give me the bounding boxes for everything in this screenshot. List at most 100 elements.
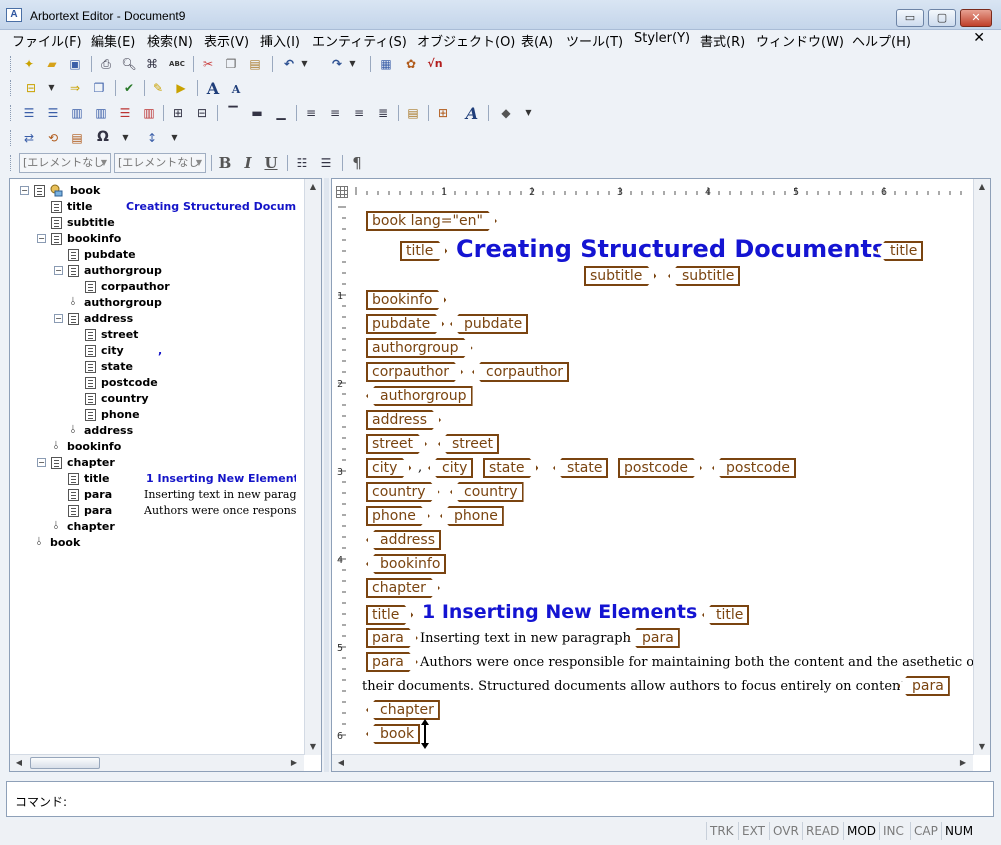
insert-markup-icon[interactable]: ⊟ bbox=[22, 79, 40, 97]
save-icon[interactable]: ▣ bbox=[66, 55, 84, 73]
font-decrease-icon[interactable]: A bbox=[227, 79, 245, 97]
tag-street-close[interactable]: street bbox=[438, 434, 499, 454]
cut-icon[interactable]: ✂ bbox=[199, 55, 217, 73]
document-vertical-scrollbar[interactable]: ▲ ▼ bbox=[973, 179, 990, 755]
print-preview-icon[interactable]: 🔍︎ bbox=[120, 55, 138, 73]
tree-node-bookinfo-end[interactable]: ⫰ bookinfo bbox=[10, 439, 302, 455]
doc-title-text[interactable]: Creating Structured Documents bbox=[456, 235, 886, 263]
document-close-icon[interactable]: ✕ bbox=[973, 30, 985, 46]
tree-node-country[interactable]: country bbox=[10, 391, 302, 407]
tree-node-book-end[interactable]: ⫰ book bbox=[10, 535, 302, 551]
scroll-right-icon[interactable]: ▶ bbox=[955, 755, 971, 771]
redo-icon[interactable]: ↷ bbox=[328, 55, 346, 73]
scroll-down-icon[interactable]: ▼ bbox=[974, 739, 990, 755]
scroll-right-icon[interactable]: ▶ bbox=[286, 755, 302, 771]
element-combo-1[interactable]: [エレメントなし ▼ bbox=[19, 153, 111, 173]
menu-window[interactable]: ウィンドウ(W) bbox=[756, 31, 844, 50]
styler-font-icon[interactable]: A bbox=[463, 104, 481, 123]
tree-node-pubdate[interactable]: pubdate bbox=[10, 247, 302, 263]
align-left-icon[interactable]: ≡ bbox=[302, 104, 320, 122]
menu-entity[interactable]: エンティティ(S) bbox=[312, 31, 407, 50]
tree-node-chapter-title[interactable]: title 1 Inserting New Element bbox=[10, 471, 302, 487]
fill-color-icon[interactable]: ◆ bbox=[497, 104, 515, 122]
tag-subtitle-close[interactable]: subtitle bbox=[668, 266, 741, 286]
xref-icon[interactable]: ⇄ bbox=[20, 129, 38, 147]
tag-country-close[interactable]: country bbox=[450, 482, 524, 502]
tag-authorgroup-open[interactable]: authorgroup bbox=[366, 338, 473, 358]
copy-icon[interactable]: ❐ bbox=[222, 55, 240, 73]
tag-state-open[interactable]: state bbox=[483, 458, 538, 478]
tree-node-phone[interactable]: phone bbox=[10, 407, 302, 423]
bulleted-list-icon[interactable]: ☰ bbox=[317, 154, 335, 172]
tag-subtitle-open[interactable]: subtitle bbox=[584, 266, 656, 286]
document-edit-panel[interactable]: 1 2 3 4 5 6 1 2 3 4 5 6 book lang="en" title Creat… bbox=[331, 178, 991, 772]
tag-city-open[interactable]: city bbox=[366, 458, 411, 478]
close-window-button[interactable]: ✕ bbox=[960, 9, 992, 27]
special-character-dropdown-icon[interactable]: ▼ bbox=[121, 129, 130, 147]
tag-postcode-open[interactable]: postcode bbox=[618, 458, 702, 478]
scroll-down-icon[interactable]: ▼ bbox=[305, 739, 321, 755]
tag-bookinfo-close[interactable]: bookinfo bbox=[366, 554, 447, 574]
italic-button[interactable]: I bbox=[239, 154, 257, 172]
tag-para-1-close[interactable]: para bbox=[628, 628, 680, 648]
tag-postcode-close[interactable]: postcode bbox=[712, 458, 796, 478]
tree-node-book[interactable]: − book bbox=[10, 183, 302, 199]
tag-corpauthor-open[interactable]: corpauthor bbox=[366, 362, 463, 382]
para-2-text-line-1[interactable]: Authors were once responsible for mainta… bbox=[420, 655, 979, 670]
tree-node-chapter[interactable]: − chapter bbox=[10, 455, 302, 471]
align-justify-icon[interactable]: ≣ bbox=[374, 104, 392, 122]
font-increase-icon[interactable]: A bbox=[204, 79, 222, 98]
menu-file[interactable]: ファイル(F) bbox=[12, 31, 82, 50]
insert-row-below-icon[interactable]: ☰ bbox=[44, 104, 62, 122]
validate-check-icon[interactable]: ✔ bbox=[120, 79, 138, 97]
toolbar-grip-2[interactable] bbox=[10, 80, 13, 96]
table-properties-icon[interactable]: ▤ bbox=[404, 104, 422, 122]
scroll-up-icon[interactable]: ▲ bbox=[974, 179, 990, 195]
tag-street-open[interactable]: street bbox=[366, 434, 427, 454]
tag-chapter-title-close[interactable]: title bbox=[702, 605, 750, 625]
valign-bottom-icon[interactable]: ▁ bbox=[272, 104, 290, 122]
scroll-up-icon[interactable]: ▲ bbox=[305, 179, 321, 195]
paste-icon[interactable]: ▤ bbox=[246, 55, 264, 73]
menu-format[interactable]: 書式(R) bbox=[700, 31, 745, 50]
merge-cells-icon[interactable]: ⊞ bbox=[169, 104, 187, 122]
menu-insert[interactable]: 挿入(I) bbox=[260, 31, 300, 50]
tag-display-icon[interactable]: ▶ bbox=[172, 79, 190, 97]
tag-chapter-open[interactable]: chapter bbox=[366, 578, 440, 598]
tree-node-postcode[interactable]: postcode bbox=[10, 375, 302, 391]
valign-middle-icon[interactable]: ▬ bbox=[248, 104, 266, 122]
file-entity-icon[interactable]: ▤ bbox=[68, 129, 86, 147]
align-center-icon[interactable]: ≡ bbox=[326, 104, 344, 122]
para-2-text-line-2[interactable]: their documents. Structured documents al… bbox=[362, 679, 910, 694]
collapse-icon[interactable]: − bbox=[54, 266, 63, 275]
chapter-title-text[interactable]: 1 Inserting New Elements bbox=[422, 601, 697, 623]
tag-authorgroup-close[interactable]: authorgroup bbox=[366, 386, 473, 406]
tag-para-2-close[interactable]: para bbox=[898, 676, 950, 696]
menu-view[interactable]: 表示(V) bbox=[204, 31, 249, 50]
numbered-list-icon[interactable]: ☷ bbox=[293, 154, 311, 172]
entity-reference-icon[interactable]: ⟲ bbox=[44, 129, 62, 147]
panel-splitter[interactable] bbox=[324, 178, 329, 772]
delete-column-icon[interactable]: ▥ bbox=[140, 104, 158, 122]
tag-book-close[interactable]: book bbox=[366, 724, 421, 744]
tree-node-corpauthor[interactable]: corpauthor bbox=[10, 279, 302, 295]
tree-node-city[interactable]: city, bbox=[10, 343, 302, 359]
tag-city-close[interactable]: city bbox=[428, 458, 474, 478]
edit-attributes-icon[interactable]: ✎ bbox=[149, 79, 167, 97]
document-horizontal-scrollbar[interactable]: ◀ ▶ bbox=[332, 754, 973, 771]
tag-book-open[interactable]: book lang="en" bbox=[366, 211, 497, 231]
collapse-icon[interactable]: − bbox=[37, 458, 46, 467]
tag-chapter-title-open[interactable]: title bbox=[366, 605, 413, 625]
collapse-icon[interactable]: − bbox=[54, 314, 63, 323]
find-binoculars-icon[interactable]: ⌘ bbox=[143, 55, 161, 73]
tag-address-open[interactable]: address bbox=[366, 410, 441, 430]
toolbar-grip[interactable] bbox=[10, 56, 13, 72]
element-combo-2[interactable]: [エレメントなし ▼ bbox=[114, 153, 206, 173]
tag-address-close[interactable]: address bbox=[366, 530, 442, 550]
redo-dropdown-icon[interactable]: ▼ bbox=[348, 55, 357, 73]
insert-column-right-icon[interactable]: ▥ bbox=[92, 104, 110, 122]
tree-node-title[interactable]: title Creating Structured Docume bbox=[10, 199, 302, 215]
tree-node-chapter-end[interactable]: ⫰ chapter bbox=[10, 519, 302, 535]
fill-color-dropdown-icon[interactable]: ▼ bbox=[524, 104, 533, 122]
print-icon[interactable]: ⎙ bbox=[97, 55, 115, 73]
